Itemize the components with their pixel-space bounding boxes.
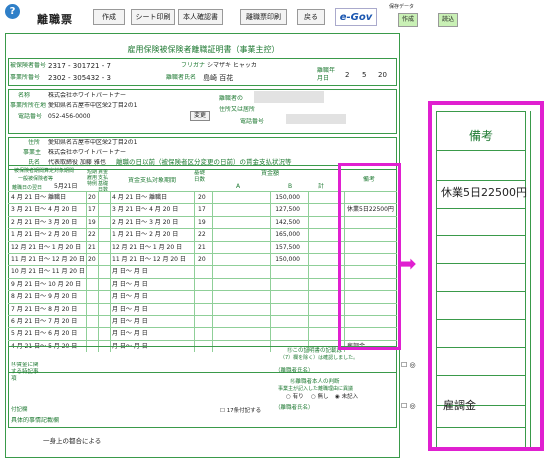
zoom-grid-line — [436, 319, 526, 320]
zoom-grid-line — [436, 263, 526, 264]
owner-company[interactable]: 株式会社ホワイトパートナー — [48, 149, 126, 157]
leaver-name-label-1: （離職者氏名） — [275, 368, 314, 374]
zoom-grid-line — [436, 427, 526, 428]
arrow-icon: ➡ — [398, 252, 417, 277]
col-b-label: B — [288, 183, 293, 190]
judge-option-no[interactable]: ○ 無し — [311, 393, 329, 401]
grid-line — [110, 191, 111, 353]
check17[interactable]: ☐ 17条付記する — [220, 407, 261, 415]
grid-line — [194, 191, 195, 353]
leave-month[interactable]: 5 — [362, 71, 366, 79]
zoom-panel: 備考 休業5日22500円 雇調金 — [428, 101, 544, 451]
redacted-phone — [286, 114, 346, 124]
zoom-grid-line — [436, 375, 526, 376]
change-button[interactable]: 変更 — [190, 111, 210, 121]
confirm-sub: （7）欄を除く）は確認しました。 — [280, 355, 359, 361]
reason-text[interactable]: 一身上の都合による — [43, 437, 101, 445]
office-no-value[interactable]: 2302 - 305432 - 3 — [48, 74, 111, 82]
day-after-value[interactable]: 5月21日 — [54, 183, 77, 191]
leaver-addr-label2: 住所又は居所 — [219, 106, 256, 113]
save-data-label: 保存データ — [389, 4, 415, 10]
owner-addr[interactable]: 愛知県名古屋市中区栄2丁目2の1 — [48, 139, 137, 147]
judge-sub: 事業主が記入した離職理由に異議 — [278, 386, 354, 392]
name-label: 離職者氏名 — [166, 74, 197, 81]
col-total-label: 計 — [318, 183, 325, 190]
furigana-value[interactable]: シマザキ ヒャッカ — [207, 62, 257, 70]
judge-option-none[interactable]: ◉ 未記入 — [335, 393, 358, 401]
owner-label: 事業主 — [23, 149, 42, 156]
remarks-col-label: 付記欄 — [11, 407, 28, 413]
period-label: 被保険者期間算定対象期間 — [14, 168, 75, 174]
leave-day[interactable]: 20 — [378, 71, 387, 79]
side-checkbox-1[interactable]: ☐ ◎ — [401, 361, 416, 369]
wage-note-label: ⑭賃金に関する特記事項 — [11, 362, 39, 382]
leaver-tel-label: 電話番号 — [240, 118, 265, 125]
save-create-button[interactable]: 作成 — [398, 13, 418, 27]
highlight-box — [338, 163, 401, 350]
back-button[interactable]: 戻る — [297, 9, 325, 25]
grid-line — [98, 191, 99, 353]
grid-line — [270, 191, 271, 353]
zoom-grid-line — [436, 180, 526, 181]
employer-tel[interactable]: 052-456-0000 — [48, 113, 91, 121]
leave-year[interactable]: 2 — [345, 71, 349, 79]
page-title: 離職票 — [37, 13, 73, 26]
side-checkbox-2[interactable]: ☐ ◎ — [401, 402, 416, 410]
employer-name[interactable]: 株式会社ホワイトパートナー — [48, 92, 126, 100]
leaver-addr-label: 離職者の — [219, 95, 244, 102]
wage-label: 賃金額 — [261, 170, 280, 177]
create-button[interactable]: 作成 — [93, 9, 125, 25]
grid-line — [86, 191, 87, 353]
employer-addr-label: 事業所所在地 — [10, 102, 47, 109]
leave-date-label: 離職年月日 — [317, 67, 336, 82]
pay-period-label: 賃金支払対象期間 — [128, 177, 177, 184]
zoom-cell-2[interactable]: 雇調金 — [443, 397, 476, 413]
load-button[interactable]: 読込 — [438, 13, 458, 27]
redacted-address — [254, 91, 324, 103]
zoom-grid-line — [436, 291, 526, 292]
employer-addr[interactable]: 愛知県名古屋市中区栄2丁目2の1 — [48, 102, 137, 110]
owner-addr-label: 住所 — [28, 139, 41, 146]
insured-no-label: 被保険者番号 — [10, 62, 47, 69]
general-label: 一般被保険者等 — [18, 176, 54, 182]
form-title: 雇用保険被保険者離職証明書（事業主控） — [127, 45, 280, 54]
zoom-grid-line — [436, 208, 526, 209]
name-value[interactable]: 島崎 百花 — [203, 74, 233, 82]
zoom-cell-1[interactable]: 休業5日22500円 — [441, 184, 527, 200]
employer-name-label: 名称 — [18, 92, 31, 99]
grid-line — [212, 191, 213, 353]
sheet-print-button[interactable]: シート印刷 — [131, 9, 175, 25]
zoom-grid-line — [436, 235, 526, 236]
separation-print-button[interactable]: 離職票印刷 — [240, 9, 287, 25]
zoom-grid-line — [436, 150, 526, 151]
furigana-label: フリガナ — [181, 62, 206, 69]
grid-line — [308, 191, 309, 353]
col-a-label: A — [236, 183, 241, 190]
help-icon[interactable]: ? — [5, 4, 20, 19]
zoom-grid-line — [436, 111, 526, 112]
egov-logo[interactable]: e-Gov — [335, 8, 377, 26]
employer-tel-label: 電話番号 — [18, 113, 43, 120]
reason-label: 具体的事情記載欄 — [11, 417, 60, 424]
zoom-grid-line — [436, 347, 526, 348]
insured-no-value[interactable]: 2317 - 301721 - 7 — [48, 62, 111, 70]
leaver-name-label-2: （離職者氏名） — [275, 405, 314, 411]
identity-doc-button[interactable]: 本人確認書 — [178, 9, 223, 25]
base-days-label: 基礎日数 — [194, 170, 206, 183]
judge-option-yes[interactable]: ○ 有り — [286, 393, 304, 401]
pay-days-label: 賃金支払基礎日数 — [98, 169, 109, 193]
short-count-label: 短期雇用特例 — [87, 169, 97, 187]
office-no-label: 事業所番号 — [10, 74, 41, 81]
